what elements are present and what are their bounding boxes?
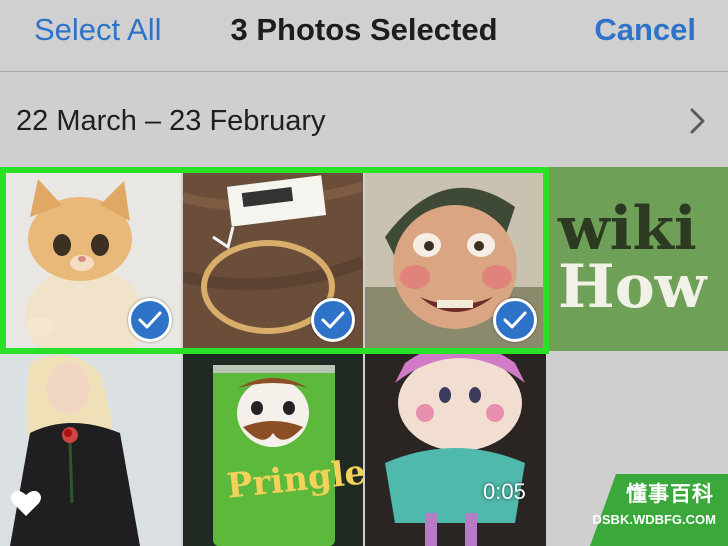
selected-checkmark-icon[interactable] <box>311 298 355 342</box>
watermark-text-url: DSBK.WDBFG.COM <box>592 512 717 527</box>
selected-checkmark-icon[interactable] <box>128 298 172 342</box>
date-range-label: 22 March – 23 February <box>16 105 326 137</box>
moment-section-header[interactable]: 22 March – 23 February <box>0 73 728 167</box>
watermark-text-chinese: 懂事百科 <box>626 483 714 506</box>
watermark-badge: 懂事百科 DSBK.WDBFG.COM <box>590 474 728 546</box>
video-duration-label: 0:05 <box>483 479 526 504</box>
navigation-bar: Select All 3 Photos Selected Cancel <box>0 0 728 72</box>
logo-text-how: How <box>558 252 708 322</box>
cancel-button[interactable]: Cancel <box>594 10 696 50</box>
selected-checkmark-icon[interactable] <box>493 298 537 342</box>
photo-thumbnail-pringles[interactable]: Pringles <box>183 353 363 546</box>
chevron-right-icon[interactable] <box>682 106 712 136</box>
favorite-heart-icon <box>11 490 41 516</box>
photo-thumbnail-doll-video[interactable]: 0:05 <box>365 353 546 546</box>
photo-thumbnail-wikihow-logo[interactable]: wiki How <box>548 167 728 351</box>
photo-thumbnail-woman-with-rose[interactable] <box>0 353 181 546</box>
